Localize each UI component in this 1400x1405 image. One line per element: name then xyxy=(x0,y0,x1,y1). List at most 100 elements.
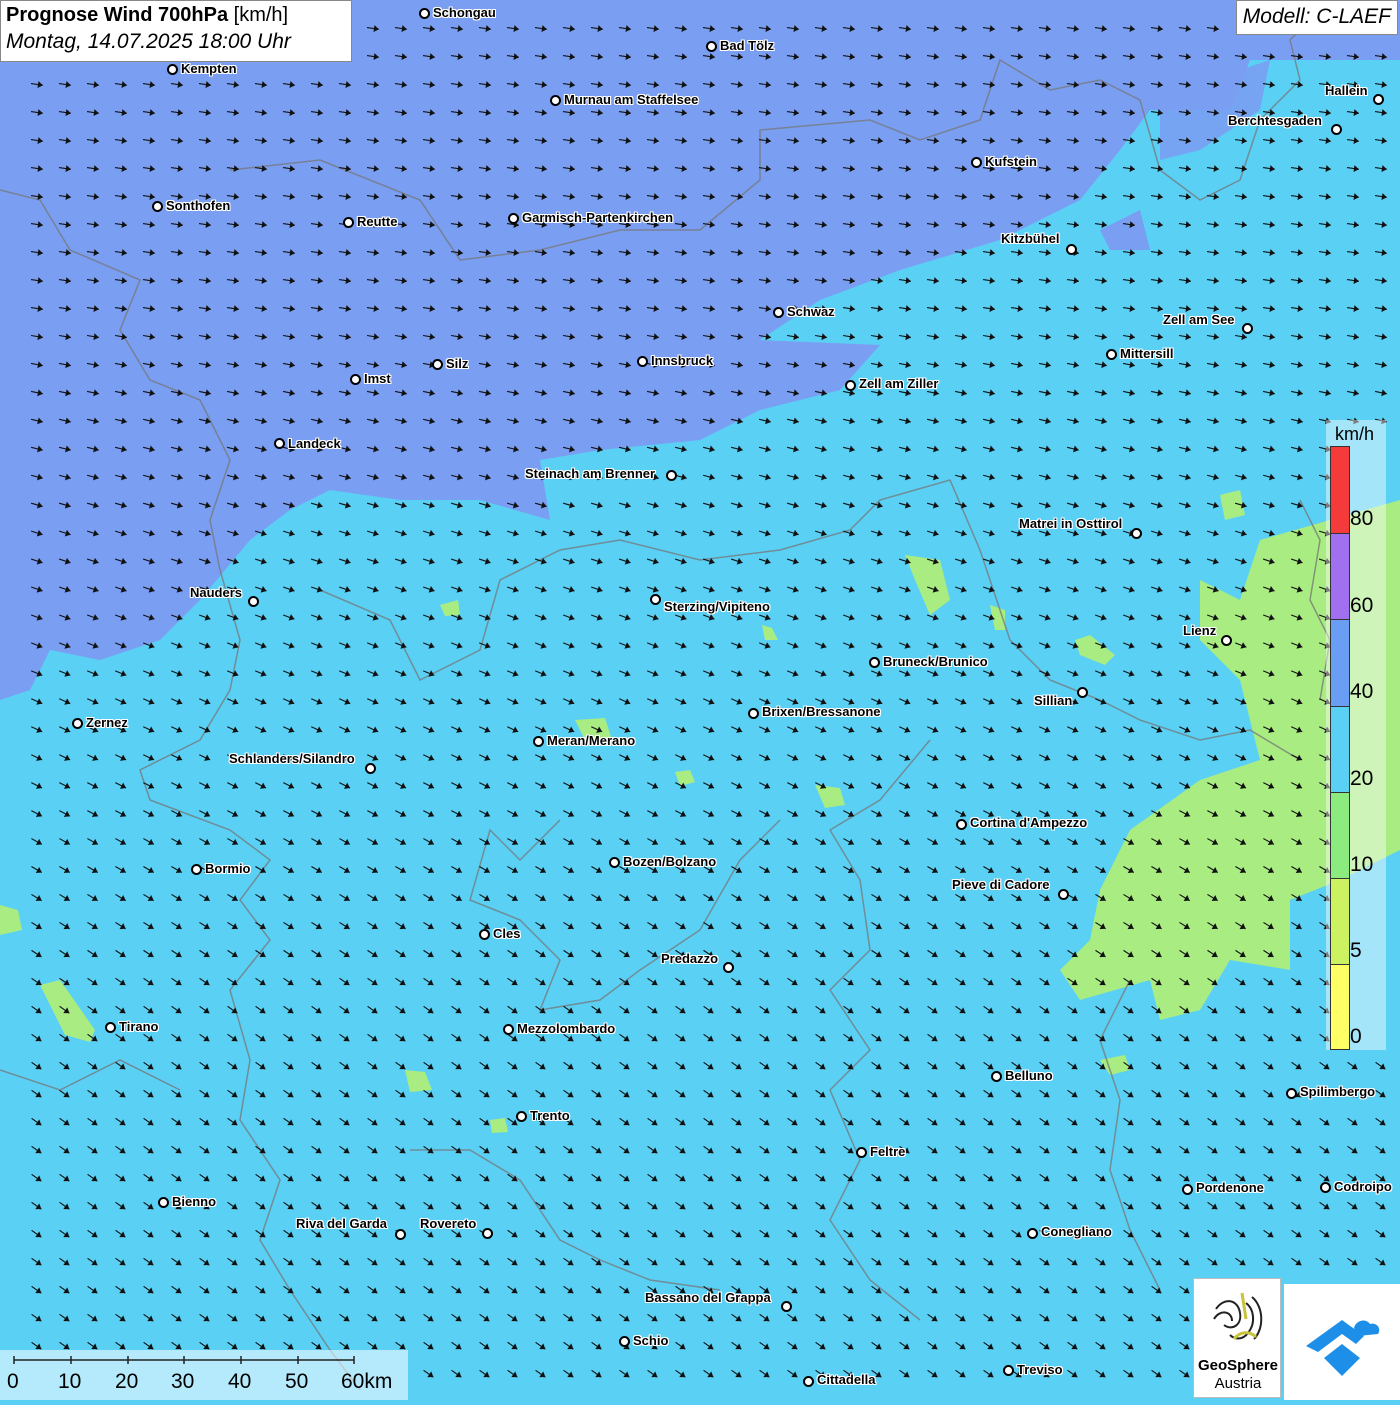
city-marker-icon xyxy=(516,1111,527,1122)
legend-band-40-60 xyxy=(1330,619,1350,707)
city-marker-icon xyxy=(781,1301,792,1312)
city-label: Sonthofen xyxy=(166,198,231,213)
legend-label-80: 80 xyxy=(1350,507,1374,530)
legend-label-5: 5 xyxy=(1350,939,1362,962)
city-marker-icon xyxy=(869,657,880,668)
city-label: Cles xyxy=(493,926,521,941)
scale-label-50: 50 xyxy=(285,1370,309,1393)
city-label: Kitzbühel xyxy=(1001,231,1060,246)
city-marker-icon xyxy=(365,763,376,774)
city-marker-icon xyxy=(350,374,361,385)
city-marker-icon xyxy=(167,64,178,75)
city-marker-icon xyxy=(1242,323,1253,334)
legend-label-10: 10 xyxy=(1350,853,1374,876)
city-label: Schlanders/Silandro xyxy=(229,751,355,766)
model-label: Modell: C-LAEF xyxy=(1235,0,1398,35)
city-marker-icon xyxy=(1003,1365,1014,1376)
city-label: Conegliano xyxy=(1041,1224,1112,1239)
city-label: Murnau am Staffelsee xyxy=(564,92,699,107)
scale-label-40: 40 xyxy=(228,1370,252,1393)
city-marker-icon xyxy=(419,8,430,19)
city-marker-icon xyxy=(650,594,661,605)
city-marker-icon xyxy=(395,1229,406,1240)
city-marker-icon xyxy=(1131,528,1142,539)
city-label: Schwaz xyxy=(787,304,835,319)
city-marker-icon xyxy=(72,718,83,729)
city-label: Kempten xyxy=(181,61,237,76)
city-label: Brixen/Bressanone xyxy=(762,704,881,719)
city-label: Bassano del Grappa xyxy=(645,1290,771,1305)
city-marker-icon xyxy=(1221,635,1232,646)
city-marker-icon xyxy=(619,1336,630,1347)
scale-label-20: 20 xyxy=(115,1370,139,1393)
city-marker-icon xyxy=(1066,244,1077,255)
city-marker-icon xyxy=(845,380,856,391)
city-label: Berchtesgaden xyxy=(1228,113,1322,128)
city-marker-icon xyxy=(609,857,620,868)
city-marker-icon xyxy=(533,736,544,747)
city-marker-icon xyxy=(1182,1184,1193,1195)
legend-band-80-plus xyxy=(1330,446,1350,534)
city-label: Innsbruck xyxy=(651,353,714,368)
city-label: Pieve di Cadore xyxy=(952,877,1050,892)
city-label: Meran/Merano xyxy=(547,733,636,748)
city-marker-icon xyxy=(508,213,519,224)
city-marker-icon xyxy=(158,1197,169,1208)
city-label: Mittersill xyxy=(1120,346,1174,361)
city-label: Spilimbergo xyxy=(1300,1084,1376,1099)
city-label: Bienno xyxy=(172,1194,217,1209)
geosphere-country: Austria xyxy=(1214,1375,1262,1392)
city-marker-icon xyxy=(1077,687,1088,698)
legend-unit: km/h xyxy=(1335,424,1375,444)
city-marker-icon xyxy=(666,470,677,481)
city-label: Steinach am Brenner xyxy=(525,466,656,481)
legend-label-0: 0 xyxy=(1350,1025,1362,1048)
city-label: Imst xyxy=(364,371,391,386)
scale-label-10: 10 xyxy=(58,1370,82,1393)
city-marker-icon xyxy=(991,1071,1002,1082)
city-marker-icon xyxy=(706,41,717,52)
geosphere-logo[interactable]: GeoSphere Austria xyxy=(1193,1278,1281,1398)
city-label: Tirano xyxy=(119,1019,159,1034)
city-marker-icon xyxy=(1058,889,1069,900)
city-label: Bad Tölz xyxy=(720,38,775,53)
city-marker-icon xyxy=(803,1376,814,1387)
city-marker-icon xyxy=(482,1228,493,1239)
city-label: Kufstein xyxy=(985,154,1037,169)
city-label: Matrei in Osttirol xyxy=(1019,516,1123,531)
geosphere-name: GeoSphere xyxy=(1197,1357,1279,1374)
city-marker-icon xyxy=(971,157,982,168)
city-label: Hallein xyxy=(1325,83,1368,98)
city-label: Riva del Garda xyxy=(296,1216,388,1231)
weather-app-logo[interactable] xyxy=(1284,1284,1400,1400)
city-label: Treviso xyxy=(1017,1362,1063,1377)
city-marker-icon xyxy=(637,356,648,367)
legend-band-10-20 xyxy=(1330,792,1350,880)
city-label: Silz xyxy=(446,356,469,371)
city-marker-icon xyxy=(1286,1088,1297,1099)
city-label: Sterzing/Vipiteno xyxy=(664,599,770,614)
legend-label-20: 20 xyxy=(1350,767,1374,790)
city-label: Zell am See xyxy=(1163,312,1235,327)
city-marker-icon xyxy=(343,217,354,228)
city-label: Bruneck/Brunico xyxy=(883,654,988,669)
city-label: Rovereto xyxy=(420,1216,477,1231)
scale-label-0: 0 xyxy=(7,1370,19,1393)
city-label: Zell am Ziller xyxy=(859,376,939,391)
city-label: Mezzolombardo xyxy=(517,1021,616,1036)
forecast-datetime: Montag, 14.07.2025 18:00 Uhr xyxy=(6,30,291,53)
city-label: Bozen/Bolzano xyxy=(623,854,717,869)
geosphere-emblem-icon xyxy=(1213,1292,1263,1340)
city-marker-icon xyxy=(503,1024,514,1035)
city-marker-icon xyxy=(956,819,967,830)
legend-band-20-40 xyxy=(1330,706,1350,794)
city-marker-icon xyxy=(856,1147,867,1158)
city-marker-icon xyxy=(550,95,561,106)
city-label: Schio xyxy=(633,1333,669,1348)
city-marker-icon xyxy=(1331,124,1342,135)
city-label: Schongau xyxy=(433,5,496,20)
city-label: Sillian xyxy=(1034,693,1073,708)
city-marker-icon xyxy=(479,929,490,940)
city-label: Reutte xyxy=(357,214,398,229)
title-box: Prognose Wind 700hPa [km/h] Montag, 14.0… xyxy=(0,0,352,62)
